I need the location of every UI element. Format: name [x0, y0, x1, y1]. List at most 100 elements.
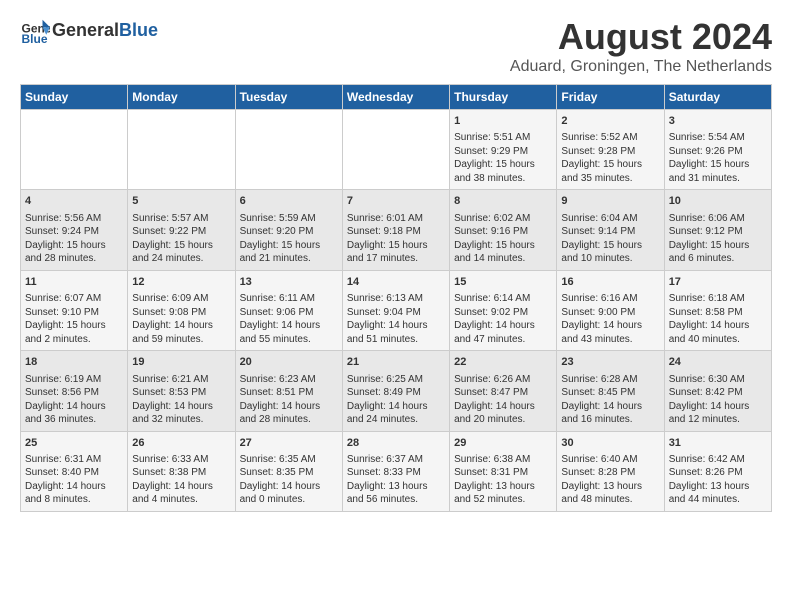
calendar-cell: 30 Sunrise: 6:40 AM Sunset: 8:28 PM Dayli… — [557, 431, 664, 511]
day-content: Sunrise: 6:18 AM Sunset: 8:58 PM Dayligh… — [669, 292, 767, 346]
day-number: 22 — [454, 355, 552, 370]
day-content: Sunrise: 6:28 AM Sunset: 8:45 PM Dayligh… — [561, 373, 659, 427]
day-number: 30 — [561, 436, 659, 451]
day-content: Sunrise: 6:37 AM Sunset: 8:33 PM Dayligh… — [347, 453, 445, 507]
week-row-5: 25Sunrise: 6:31 AM Sunset: 8:40 PM Dayli… — [21, 431, 772, 511]
calendar-cell: 24 Sunrise: 6:30 AM Sunset: 8:42 PM Dayli… — [664, 351, 771, 431]
day-number: 16 — [561, 275, 659, 290]
calendar-cell: 12 Sunrise: 6:09 AM Sunset: 9:08 PM Dayli… — [128, 270, 235, 350]
calendar-cell — [21, 110, 128, 190]
day-number: 29 — [454, 436, 552, 451]
main-title: August 2024 — [510, 16, 772, 58]
day-content: Sunrise: 6:01 AM Sunset: 9:18 PM Dayligh… — [347, 212, 445, 266]
day-number: 6 — [240, 194, 338, 209]
calendar-cell: 22 Sunrise: 6:26 AM Sunset: 8:47 PM Dayli… — [450, 351, 557, 431]
day-number: 9 — [561, 194, 659, 209]
day-header-monday: Monday — [128, 85, 235, 110]
day-number: 18 — [25, 355, 123, 370]
calendar-cell: 1Sunrise: 5:51 AM Sunset: 9:29 PM Daylig… — [450, 110, 557, 190]
calendar-cell: 5 Sunrise: 5:57 AM Sunset: 9:22 PM Daylig… — [128, 190, 235, 270]
day-number: 4 — [25, 194, 123, 209]
calendar-cell: 3 Sunrise: 5:54 AM Sunset: 9:26 PM Daylig… — [664, 110, 771, 190]
calendar-cell: 13 Sunrise: 6:11 AM Sunset: 9:06 PM Dayli… — [235, 270, 342, 350]
day-content: Sunrise: 6:09 AM Sunset: 9:08 PM Dayligh… — [132, 292, 230, 346]
svg-text:Blue: Blue — [22, 32, 48, 46]
day-content: Sunrise: 6:38 AM Sunset: 8:31 PM Dayligh… — [454, 453, 552, 507]
calendar-cell: 29 Sunrise: 6:38 AM Sunset: 8:31 PM Dayli… — [450, 431, 557, 511]
day-number: 27 — [240, 436, 338, 451]
calendar-cell: 18 Sunrise: 6:19 AM Sunset: 8:56 PM Dayli… — [21, 351, 128, 431]
logo-blue-text: Blue — [119, 20, 158, 40]
calendar-cell: 26 Sunrise: 6:33 AM Sunset: 8:38 PM Dayli… — [128, 431, 235, 511]
day-content: Sunrise: 6:35 AM Sunset: 8:35 PM Dayligh… — [240, 453, 338, 507]
calendar-table: SundayMondayTuesdayWednesdayThursdayFrid… — [20, 84, 772, 512]
day-content: Sunrise: 5:54 AM Sunset: 9:26 PM Dayligh… — [669, 131, 767, 185]
header-row: SundayMondayTuesdayWednesdayThursdayFrid… — [21, 85, 772, 110]
day-number: 11 — [25, 275, 123, 290]
calendar-cell: 21Sunrise: 6:25 AM Sunset: 8:49 PM Dayli… — [342, 351, 449, 431]
calendar-cell: 16 Sunrise: 6:16 AM Sunset: 9:00 PM Dayli… — [557, 270, 664, 350]
calendar-cell: 7 Sunrise: 6:01 AM Sunset: 9:18 PM Daylig… — [342, 190, 449, 270]
day-content: Sunrise: 6:14 AM Sunset: 9:02 PM Dayligh… — [454, 292, 552, 346]
logo-icon: General Blue — [20, 16, 50, 46]
logo: General Blue GeneralBlue — [20, 16, 158, 46]
week-row-2: 4 Sunrise: 5:56 AM Sunset: 9:24 PM Daylig… — [21, 190, 772, 270]
day-number: 17 — [669, 275, 767, 290]
day-content: Sunrise: 5:59 AM Sunset: 9:20 PM Dayligh… — [240, 212, 338, 266]
day-content: Sunrise: 6:13 AM Sunset: 9:04 PM Dayligh… — [347, 292, 445, 346]
day-number: 13 — [240, 275, 338, 290]
calendar-cell: 2 Sunrise: 5:52 AM Sunset: 9:28 PM Daylig… — [557, 110, 664, 190]
day-number: 2 — [561, 114, 659, 129]
day-number: 3 — [669, 114, 767, 129]
week-row-3: 11 Sunrise: 6:07 AM Sunset: 9:10 PM Dayli… — [21, 270, 772, 350]
calendar-cell: 28 Sunrise: 6:37 AM Sunset: 8:33 PM Dayli… — [342, 431, 449, 511]
week-row-1: 1Sunrise: 5:51 AM Sunset: 9:29 PM Daylig… — [21, 110, 772, 190]
day-content: Sunrise: 6:16 AM Sunset: 9:00 PM Dayligh… — [561, 292, 659, 346]
calendar-cell: 8Sunrise: 6:02 AM Sunset: 9:16 PM Daylig… — [450, 190, 557, 270]
day-content: Sunrise: 6:31 AM Sunset: 8:40 PM Dayligh… — [25, 453, 123, 507]
day-content: Sunrise: 5:51 AM Sunset: 9:29 PM Dayligh… — [454, 131, 552, 185]
day-number: 10 — [669, 194, 767, 209]
day-number: 21 — [347, 355, 445, 370]
calendar-cell: 9 Sunrise: 6:04 AM Sunset: 9:14 PM Daylig… — [557, 190, 664, 270]
calendar-cell: 6 Sunrise: 5:59 AM Sunset: 9:20 PM Daylig… — [235, 190, 342, 270]
day-number: 28 — [347, 436, 445, 451]
day-content: Sunrise: 5:56 AM Sunset: 9:24 PM Dayligh… — [25, 212, 123, 266]
day-number: 8 — [454, 194, 552, 209]
title-block: August 2024 Aduard, Groningen, The Nethe… — [510, 16, 772, 76]
day-number: 26 — [132, 436, 230, 451]
day-number: 15 — [454, 275, 552, 290]
header: General Blue GeneralBlue August 2024 Adu… — [20, 16, 772, 76]
day-content: Sunrise: 6:30 AM Sunset: 8:42 PM Dayligh… — [669, 373, 767, 427]
day-number: 12 — [132, 275, 230, 290]
day-number: 20 — [240, 355, 338, 370]
day-number: 14 — [347, 275, 445, 290]
calendar-cell: 20Sunrise: 6:23 AM Sunset: 8:51 PM Dayli… — [235, 351, 342, 431]
calendar-cell — [342, 110, 449, 190]
day-number: 7 — [347, 194, 445, 209]
calendar-cell: 14 Sunrise: 6:13 AM Sunset: 9:04 PM Dayli… — [342, 270, 449, 350]
day-content: Sunrise: 6:26 AM Sunset: 8:47 PM Dayligh… — [454, 373, 552, 427]
day-header-tuesday: Tuesday — [235, 85, 342, 110]
day-content: Sunrise: 6:21 AM Sunset: 8:53 PM Dayligh… — [132, 373, 230, 427]
day-header-thursday: Thursday — [450, 85, 557, 110]
calendar-cell: 27 Sunrise: 6:35 AM Sunset: 8:35 PM Dayli… — [235, 431, 342, 511]
day-content: Sunrise: 6:07 AM Sunset: 9:10 PM Dayligh… — [25, 292, 123, 346]
calendar-cell: 10Sunrise: 6:06 AM Sunset: 9:12 PM Dayli… — [664, 190, 771, 270]
subtitle: Aduard, Groningen, The Netherlands — [510, 58, 772, 76]
day-content: Sunrise: 5:57 AM Sunset: 9:22 PM Dayligh… — [132, 212, 230, 266]
day-content: Sunrise: 6:33 AM Sunset: 8:38 PM Dayligh… — [132, 453, 230, 507]
calendar-cell: 17 Sunrise: 6:18 AM Sunset: 8:58 PM Dayli… — [664, 270, 771, 350]
day-number: 5 — [132, 194, 230, 209]
day-header-wednesday: Wednesday — [342, 85, 449, 110]
day-content: Sunrise: 6:40 AM Sunset: 8:28 PM Dayligh… — [561, 453, 659, 507]
day-content: Sunrise: 6:19 AM Sunset: 8:56 PM Dayligh… — [25, 373, 123, 427]
day-content: Sunrise: 6:04 AM Sunset: 9:14 PM Dayligh… — [561, 212, 659, 266]
calendar-cell — [235, 110, 342, 190]
day-content: Sunrise: 6:42 AM Sunset: 8:26 PM Dayligh… — [669, 453, 767, 507]
day-content: Sunrise: 6:11 AM Sunset: 9:06 PM Dayligh… — [240, 292, 338, 346]
day-number: 24 — [669, 355, 767, 370]
logo-general-text: General — [52, 20, 119, 40]
day-content: Sunrise: 5:52 AM Sunset: 9:28 PM Dayligh… — [561, 131, 659, 185]
calendar-cell: 25Sunrise: 6:31 AM Sunset: 8:40 PM Dayli… — [21, 431, 128, 511]
